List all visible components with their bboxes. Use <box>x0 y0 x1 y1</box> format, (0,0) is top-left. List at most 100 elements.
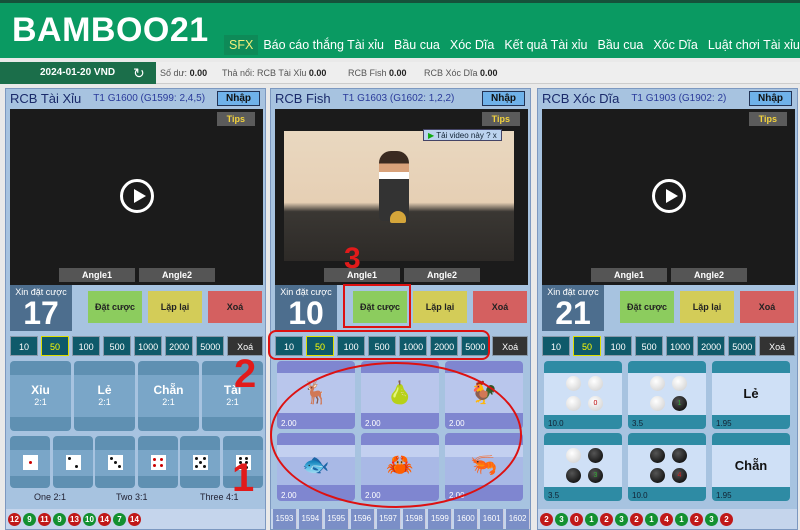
bet-Lẻ[interactable]: Lẻ 2:1 <box>74 361 135 431</box>
round-number[interactable]: 1600 <box>454 509 479 529</box>
chip-5000[interactable]: 5000 <box>728 336 757 356</box>
result-dot: 14 <box>98 512 111 526</box>
bet-option[interactable]: 0 10.0 <box>544 361 622 429</box>
nav-item[interactable]: Kết quả Tài xỉu <box>499 35 592 55</box>
angle1-button[interactable]: Angle1 <box>591 268 667 282</box>
bet-option[interactable]: Lẻ 1.95 <box>712 361 790 429</box>
dice-bet-5[interactable] <box>180 436 220 488</box>
chip-50[interactable]: 50 <box>573 336 602 356</box>
repeat-button[interactable]: Lặp lại <box>413 291 467 323</box>
dice-bet-1[interactable] <box>10 436 50 488</box>
countdown: Xin đặt cược 10 <box>275 285 337 331</box>
bet-option[interactable]: 4 10.0 <box>628 433 706 501</box>
round-number[interactable]: 1594 <box>298 509 323 529</box>
round-number[interactable]: 1602 <box>506 509 531 529</box>
clear-button[interactable]: Xoá <box>740 291 794 323</box>
chip-500[interactable]: 500 <box>103 336 132 356</box>
bet-option[interactable]: 1 3.5 <box>628 361 706 429</box>
round-number[interactable]: 1601 <box>480 509 505 529</box>
nav-item[interactable]: Luật chơi Tài xỉu <box>703 35 800 55</box>
video-frame[interactable] <box>284 131 514 261</box>
angle2-button[interactable]: Angle2 <box>671 268 747 282</box>
chip-10[interactable]: 10 <box>10 336 39 356</box>
shaker-bowl <box>390 211 406 223</box>
refresh-icon[interactable]: ↻ <box>133 65 145 82</box>
chip-clear-button[interactable]: Xoá <box>759 336 796 356</box>
round-number[interactable]: 1595 <box>324 509 349 529</box>
dice-bet-4[interactable] <box>137 436 178 488</box>
tips-button[interactable]: Tips <box>216 112 255 126</box>
chip-clear-button[interactable]: Xoá <box>492 336 529 356</box>
result-dot: 2 <box>600 512 613 526</box>
result-dot: 3 <box>705 512 718 526</box>
clear-button[interactable]: Xoá <box>208 291 262 323</box>
round-number[interactable]: 1596 <box>350 509 375 529</box>
countdown: Xin đặt cược 21 <box>542 285 604 331</box>
bet-Chẵn[interactable]: Chẵn 2:1 <box>138 361 199 431</box>
bet-option[interactable]: Chẵn 1.95 <box>712 433 790 501</box>
angle2-button[interactable]: Angle2 <box>404 268 480 282</box>
nav-item[interactable]: Xóc Dĩa <box>445 35 499 55</box>
round-number[interactable]: 1599 <box>428 509 453 529</box>
panel-header: RCB Xóc Dĩa T1 G1903 (G1902: 2) Nhập <box>538 89 797 108</box>
countdown: Xin đặt cược 17 <box>10 285 72 331</box>
chip-100[interactable]: 100 <box>72 336 101 356</box>
nav-item[interactable]: Bầu cua <box>389 35 445 55</box>
dice-bet-3[interactable] <box>95 436 135 488</box>
result-dot: 2 <box>540 512 553 526</box>
place-bet-button[interactable]: Đặt cược <box>88 291 142 323</box>
clear-button[interactable]: Xoá <box>473 291 527 323</box>
round-number[interactable]: 1598 <box>402 509 427 529</box>
download-video-button[interactable]: ▶ Tải video này ? x <box>423 129 502 141</box>
chip-100[interactable]: 100 <box>604 336 633 356</box>
angle1-button[interactable]: Angle1 <box>59 268 135 282</box>
result-dot: 2 <box>720 512 733 526</box>
dice-1-icon <box>23 455 38 470</box>
play-icon[interactable] <box>652 179 686 213</box>
white-stone-icon <box>588 376 603 391</box>
result-dot: 10 <box>83 512 96 526</box>
round-number[interactable]: 1597 <box>376 509 401 529</box>
result-dot: 9 <box>53 512 66 526</box>
tips-button[interactable]: Tips <box>481 112 520 126</box>
logo[interactable]: BAMBOO21 <box>12 11 209 50</box>
round-number[interactable]: 1593 <box>273 509 297 529</box>
chip-10[interactable]: 10 <box>542 336 571 356</box>
dice-bet-2[interactable] <box>52 436 93 488</box>
dice-2-icon <box>65 455 81 470</box>
white-stone-icon <box>566 396 581 411</box>
chip-2000[interactable]: 2000 <box>165 336 194 356</box>
panel-title: RCB Xóc Dĩa <box>542 91 620 106</box>
panel-header: RCB Tài Xỉu T1 G1600 (G1599: 2,4,5) Nhập <box>6 89 265 108</box>
chip-500[interactable]: 500 <box>635 336 664 356</box>
angle1-button[interactable]: Angle1 <box>324 268 400 282</box>
black-stone-icon: 3 <box>588 468 603 483</box>
white-stone-icon <box>672 376 687 391</box>
chip-2000[interactable]: 2000 <box>697 336 726 356</box>
chip-50[interactable]: 50 <box>41 336 70 356</box>
chip-1000[interactable]: 1000 <box>134 336 163 356</box>
nav-item[interactable]: Xóc Dĩa <box>648 35 702 55</box>
enter-button[interactable]: Nhập <box>749 91 792 106</box>
result-dot: 1 <box>585 512 598 526</box>
tips-button[interactable]: Tips <box>748 112 787 126</box>
angle2-button[interactable]: Angle2 <box>139 268 215 282</box>
nav-item[interactable]: Báo cáo thắng Tài xỉu <box>258 35 389 55</box>
nav-item[interactable]: SFX <box>224 35 259 55</box>
nav-item[interactable]: Bầu cua <box>593 35 649 55</box>
dice-odds-label: One 2:1 <box>34 492 67 502</box>
play-icon[interactable] <box>120 179 154 213</box>
video-player[interactable]: Tips Angle1 Angle2 <box>542 109 795 285</box>
place-bet-button[interactable]: Đặt cược <box>620 291 674 323</box>
enter-button[interactable]: Nhập <box>217 91 260 106</box>
chip-1000[interactable]: 1000 <box>666 336 695 356</box>
video-player[interactable]: Tips Angle1 Angle2 <box>10 109 263 285</box>
video-player[interactable]: ▶ Tải video này ? x Tips Angle1 Angle2 <box>275 109 528 285</box>
close-icon: x <box>492 131 497 140</box>
repeat-button[interactable]: Lặp lại <box>680 291 734 323</box>
enter-button[interactable]: Nhập <box>482 91 525 106</box>
bet-option[interactable]: 3 3.5 <box>544 433 622 501</box>
bet-Xỉu[interactable]: Xỉu 2:1 <box>10 361 71 431</box>
chip-5000[interactable]: 5000 <box>196 336 225 356</box>
repeat-button[interactable]: Lặp lại <box>148 291 202 323</box>
